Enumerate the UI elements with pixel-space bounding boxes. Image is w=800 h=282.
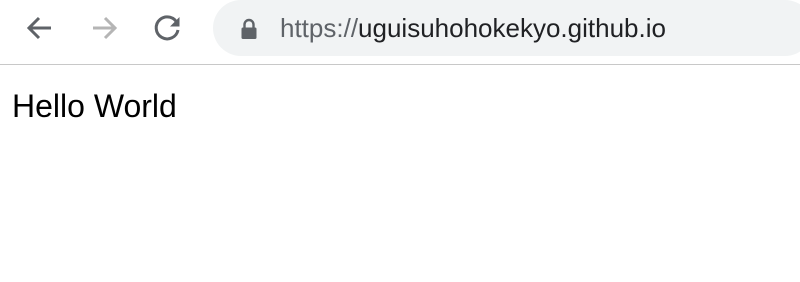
- forward-button[interactable]: [84, 8, 124, 48]
- lock-icon: [241, 18, 257, 39]
- browser-toolbar: https://uguisuhohokekyo.github.io: [0, 0, 800, 65]
- forward-arrow-icon: [93, 16, 118, 40]
- reload-button[interactable]: [148, 8, 188, 48]
- url-scheme: https://: [280, 13, 359, 43]
- address-url[interactable]: https://uguisuhohokekyo.github.io: [280, 13, 666, 43]
- page-body-text: Hello World: [12, 88, 177, 124]
- back-button[interactable]: [20, 8, 60, 48]
- address-bar[interactable]: https://uguisuhohokekyo.github.io: [213, 0, 800, 56]
- url-host: uguisuhohokekyo.github.io: [358, 13, 666, 43]
- reload-icon: [154, 15, 180, 41]
- back-arrow-icon: [26, 16, 51, 40]
